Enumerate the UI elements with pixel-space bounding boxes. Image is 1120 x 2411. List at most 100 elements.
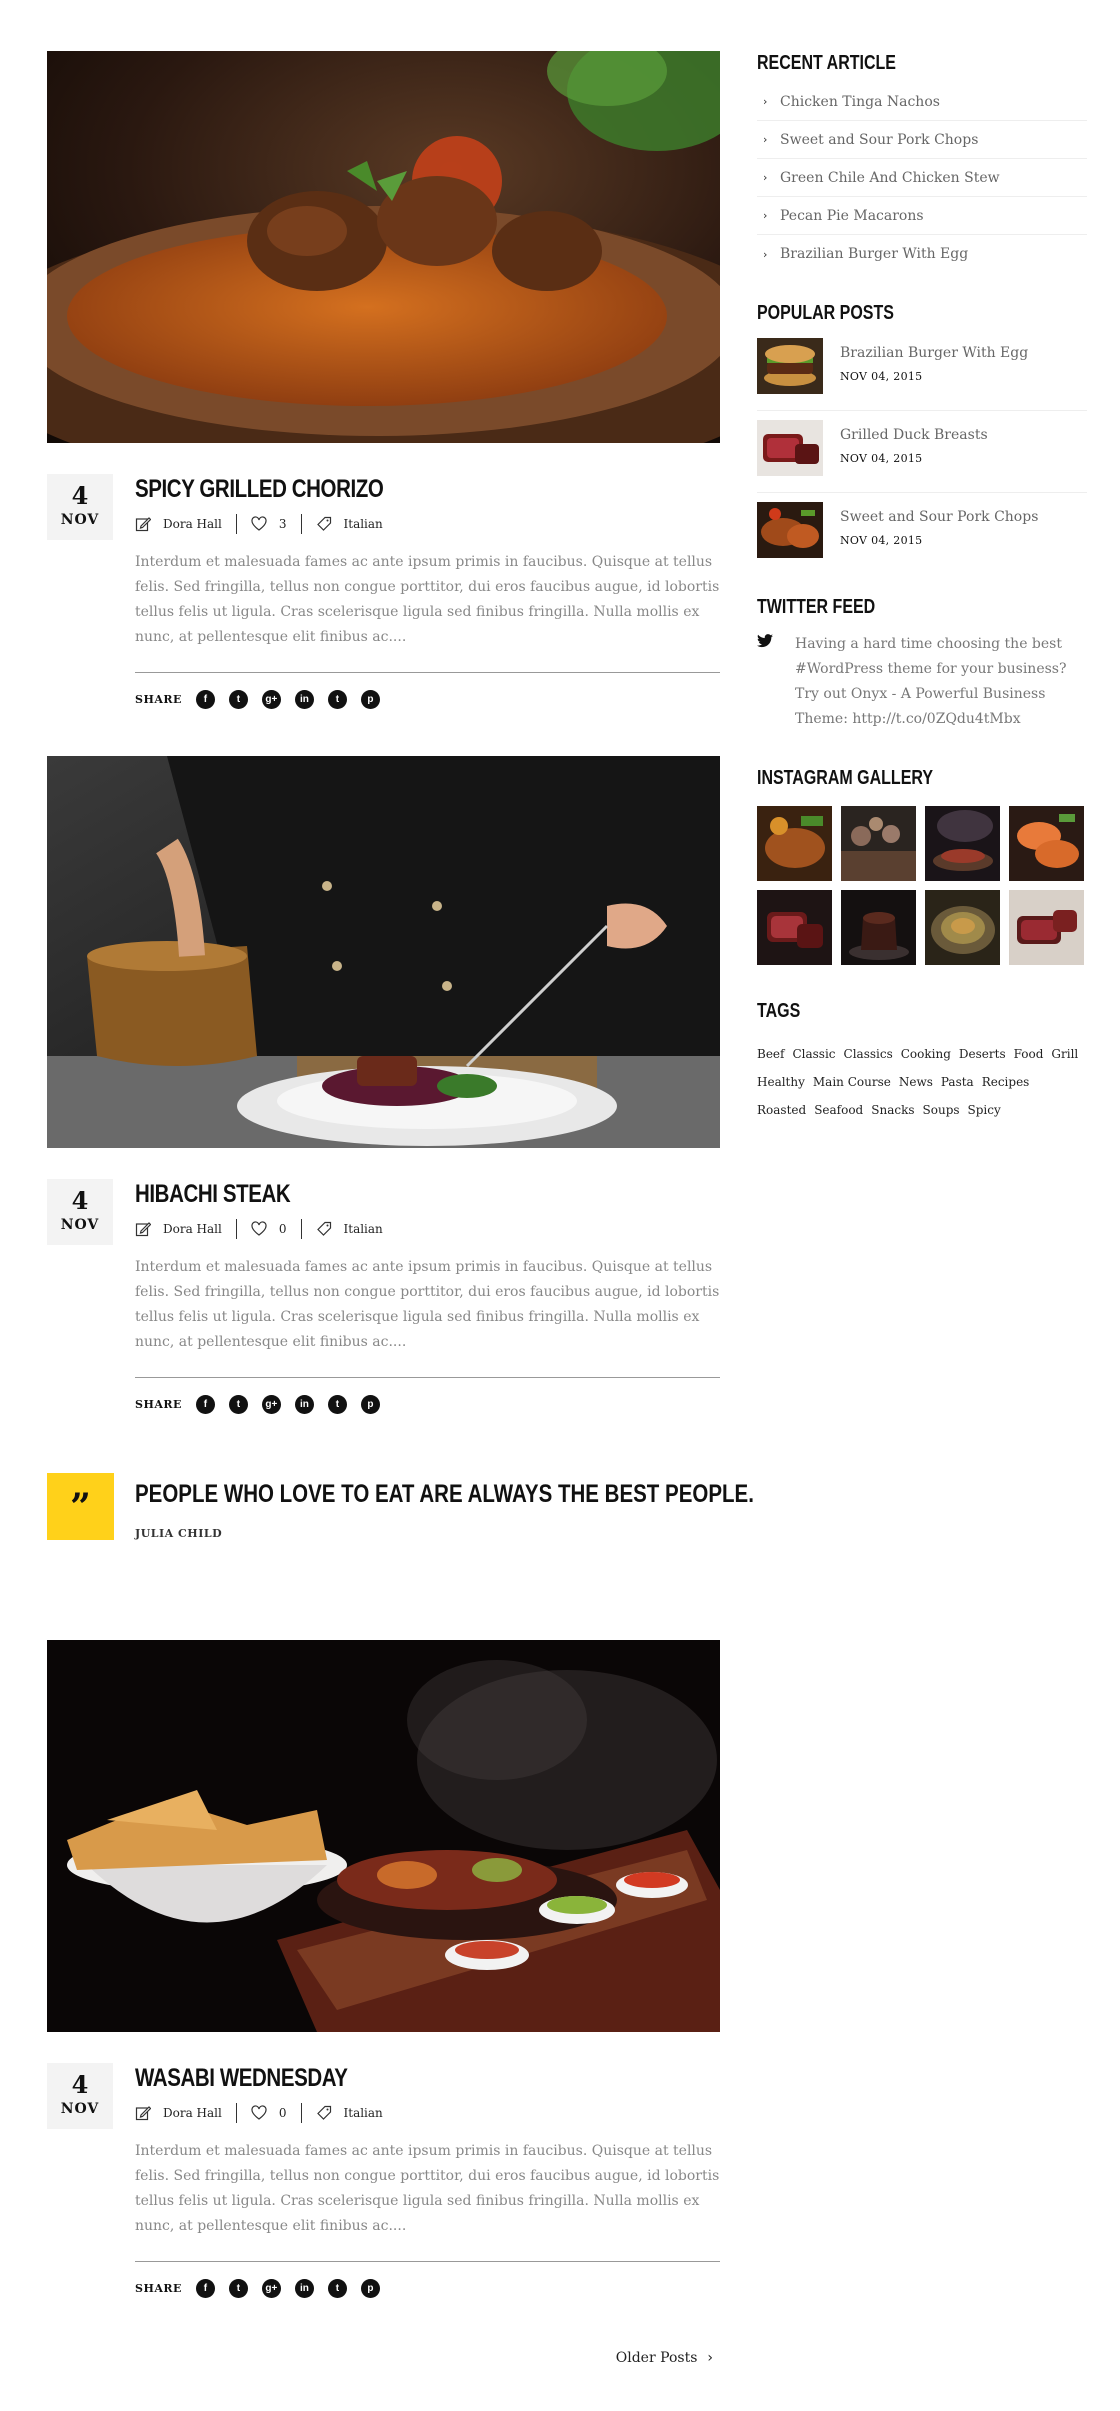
instagram-photo[interactable] (841, 890, 916, 965)
post-meta: Dora Hall 0 Italian (135, 1219, 720, 1239)
chevron-right-icon: › (763, 171, 768, 184)
tag-link[interactable]: Spicy (968, 1096, 1001, 1124)
tag-link[interactable]: Food (1014, 1040, 1044, 1068)
post-featured-image[interactable] (47, 51, 720, 443)
quote-text: PEOPLE WHO LOVE TO EAT ARE ALWAYS THE BE… (135, 1480, 754, 1508)
heart-icon[interactable] (251, 1221, 267, 1237)
linkedin-icon[interactable]: in (294, 1395, 314, 1414)
post-title[interactable]: SPICY GRILLED CHORIZO (135, 474, 615, 504)
recent-article-title: Sweet and Sour Pork Chops (780, 131, 979, 148)
recent-article-item[interactable]: › Chicken Tinga Nachos (757, 83, 1087, 121)
blog-post: 4 NOV HIBACHI STEAK Dora Hall 0 Italian (47, 756, 720, 1414)
quote-post: ” PEOPLE WHO LOVE TO EAT ARE ALWAYS THE … (47, 1473, 754, 1609)
post-featured-image[interactable] (47, 756, 720, 1148)
popular-post-title[interactable]: Sweet and Sour Pork Chops (840, 508, 1038, 526)
meta-divider (300, 514, 302, 534)
instagram-photo[interactable] (757, 890, 832, 965)
meta-divider (300, 1219, 302, 1239)
facebook-icon[interactable]: f (195, 1395, 215, 1414)
chevron-right-icon: › (763, 133, 768, 146)
tweet-text[interactable]: Having a hard time choosing the best #Wo… (795, 632, 1085, 732)
post-title[interactable]: WASABI WEDNESDAY (135, 2063, 615, 2093)
instagram-photo[interactable] (1009, 890, 1084, 965)
post-author[interactable]: Dora Hall (163, 2106, 222, 2120)
tag-link[interactable]: Main Course (813, 1068, 891, 1096)
post-category[interactable]: Italian (344, 517, 383, 531)
post-excerpt: Interdum et malesuada fames ac ante ipsu… (135, 554, 720, 645)
date-month: NOV (60, 512, 100, 528)
linkedin-icon[interactable]: in (294, 690, 314, 709)
recent-article-item[interactable]: › Sweet and Sour Pork Chops (757, 121, 1087, 159)
twitter-icon[interactable]: t (228, 1395, 248, 1414)
pinterest-icon[interactable]: p (360, 1395, 380, 1414)
popular-post-date: NOV 04, 2015 (840, 534, 923, 547)
date-month: NOV (60, 1217, 100, 1233)
instagram-photo[interactable] (925, 890, 1000, 965)
widget-title: TAGS (757, 1000, 801, 1022)
google-plus-icon[interactable]: g+ (261, 1395, 281, 1414)
tag-link[interactable]: News (899, 1068, 933, 1096)
popular-post-item[interactable]: Brazilian Burger With Egg NOV 04, 2015 (757, 338, 1087, 411)
edit-icon (135, 516, 151, 532)
tag-link[interactable]: Pasta (941, 1068, 974, 1096)
tag-link[interactable]: Beef (757, 1040, 784, 1068)
instagram-photo[interactable] (1009, 806, 1084, 881)
popular-post-title[interactable]: Brazilian Burger With Egg (840, 344, 1028, 362)
tumblr-icon[interactable]: t (327, 690, 347, 709)
recent-articles-widget: RECENT ARTICLE › Chicken Tinga Nachos › Sw… (757, 51, 1087, 273)
tumblr-icon[interactable]: t (327, 1395, 347, 1414)
tag-link[interactable]: Soups (923, 1096, 960, 1124)
tag-link[interactable]: Deserts (959, 1040, 1006, 1068)
pinterest-icon[interactable]: p (360, 2279, 380, 2298)
twitter-icon[interactable]: t (228, 2279, 248, 2298)
tag-link[interactable]: Seafood (814, 1096, 863, 1124)
older-posts-link[interactable]: Older Posts › (616, 2350, 713, 2366)
tumblr-icon[interactable]: t (327, 2279, 347, 2298)
recent-article-item[interactable]: › Green Chile And Chicken Stew (757, 159, 1087, 197)
popular-post-thumbnail[interactable] (757, 502, 823, 558)
tag-link[interactable]: Cooking (901, 1040, 951, 1068)
post-body: 4 NOV SPICY GRILLED CHORIZO Dora Hall 3 … (47, 474, 720, 709)
popular-post-item[interactable]: Sweet and Sour Pork Chops NOV 04, 2015 (757, 502, 1087, 575)
instagram-photo[interactable] (925, 806, 1000, 881)
tag-link[interactable]: Recipes (982, 1068, 1030, 1096)
facebook-icon[interactable]: f (195, 690, 215, 709)
post-author[interactable]: Dora Hall (163, 517, 222, 531)
tag-link[interactable]: Classics (844, 1040, 893, 1068)
recent-articles-list: › Chicken Tinga Nachos › Sweet and Sour Po… (757, 83, 1087, 273)
facebook-icon[interactable]: f (195, 2279, 215, 2298)
heart-icon[interactable] (251, 2105, 267, 2121)
popular-post-title[interactable]: Grilled Duck Breasts (840, 426, 988, 444)
tag-link[interactable]: Healthy (757, 1068, 805, 1096)
tag-link[interactable]: Snacks (871, 1096, 914, 1124)
recent-article-item[interactable]: › Brazilian Burger With Egg (757, 235, 1087, 273)
tag-link[interactable]: Classic (792, 1040, 835, 1068)
pinterest-icon[interactable]: p (360, 690, 380, 709)
popular-post-item[interactable]: Grilled Duck Breasts NOV 04, 2015 (757, 420, 1087, 493)
google-plus-icon[interactable]: g+ (261, 690, 281, 709)
twitter-icon[interactable]: t (228, 690, 248, 709)
post-author[interactable]: Dora Hall (163, 1222, 222, 1236)
linkedin-icon[interactable]: in (294, 2279, 314, 2298)
instagram-photo[interactable] (841, 806, 916, 881)
popular-post-thumbnail[interactable] (757, 338, 823, 394)
post-title[interactable]: HIBACHI STEAK (135, 1179, 615, 1209)
recent-article-item[interactable]: › Pecan Pie Macarons (757, 197, 1087, 235)
popular-post-date: NOV 04, 2015 (840, 370, 923, 383)
post-featured-image[interactable] (47, 1640, 720, 2032)
post-category[interactable]: Italian (344, 2106, 383, 2120)
tags-widget: TAGS Beef Classic Classics Cooking Deser… (757, 999, 1087, 1124)
tag-link[interactable]: Grill (1051, 1040, 1078, 1068)
chevron-right-icon: › (763, 209, 768, 222)
heart-icon[interactable] (251, 516, 267, 532)
post-likes-count: 0 (278, 1222, 287, 1236)
popular-post-info: Grilled Duck Breasts NOV 04, 2015 (840, 420, 988, 492)
post-category[interactable]: Italian (344, 1222, 383, 1236)
post-body: 4 NOV WASABI WEDNESDAY Dora Hall 0 Itali… (47, 2063, 720, 2298)
popular-post-thumbnail[interactable] (757, 420, 823, 476)
pagination: Older Posts › (47, 2350, 720, 2366)
recent-article-title: Green Chile And Chicken Stew (780, 169, 1000, 186)
tag-link[interactable]: Roasted (757, 1096, 806, 1124)
google-plus-icon[interactable]: g+ (261, 2279, 281, 2298)
instagram-photo[interactable] (757, 806, 832, 881)
